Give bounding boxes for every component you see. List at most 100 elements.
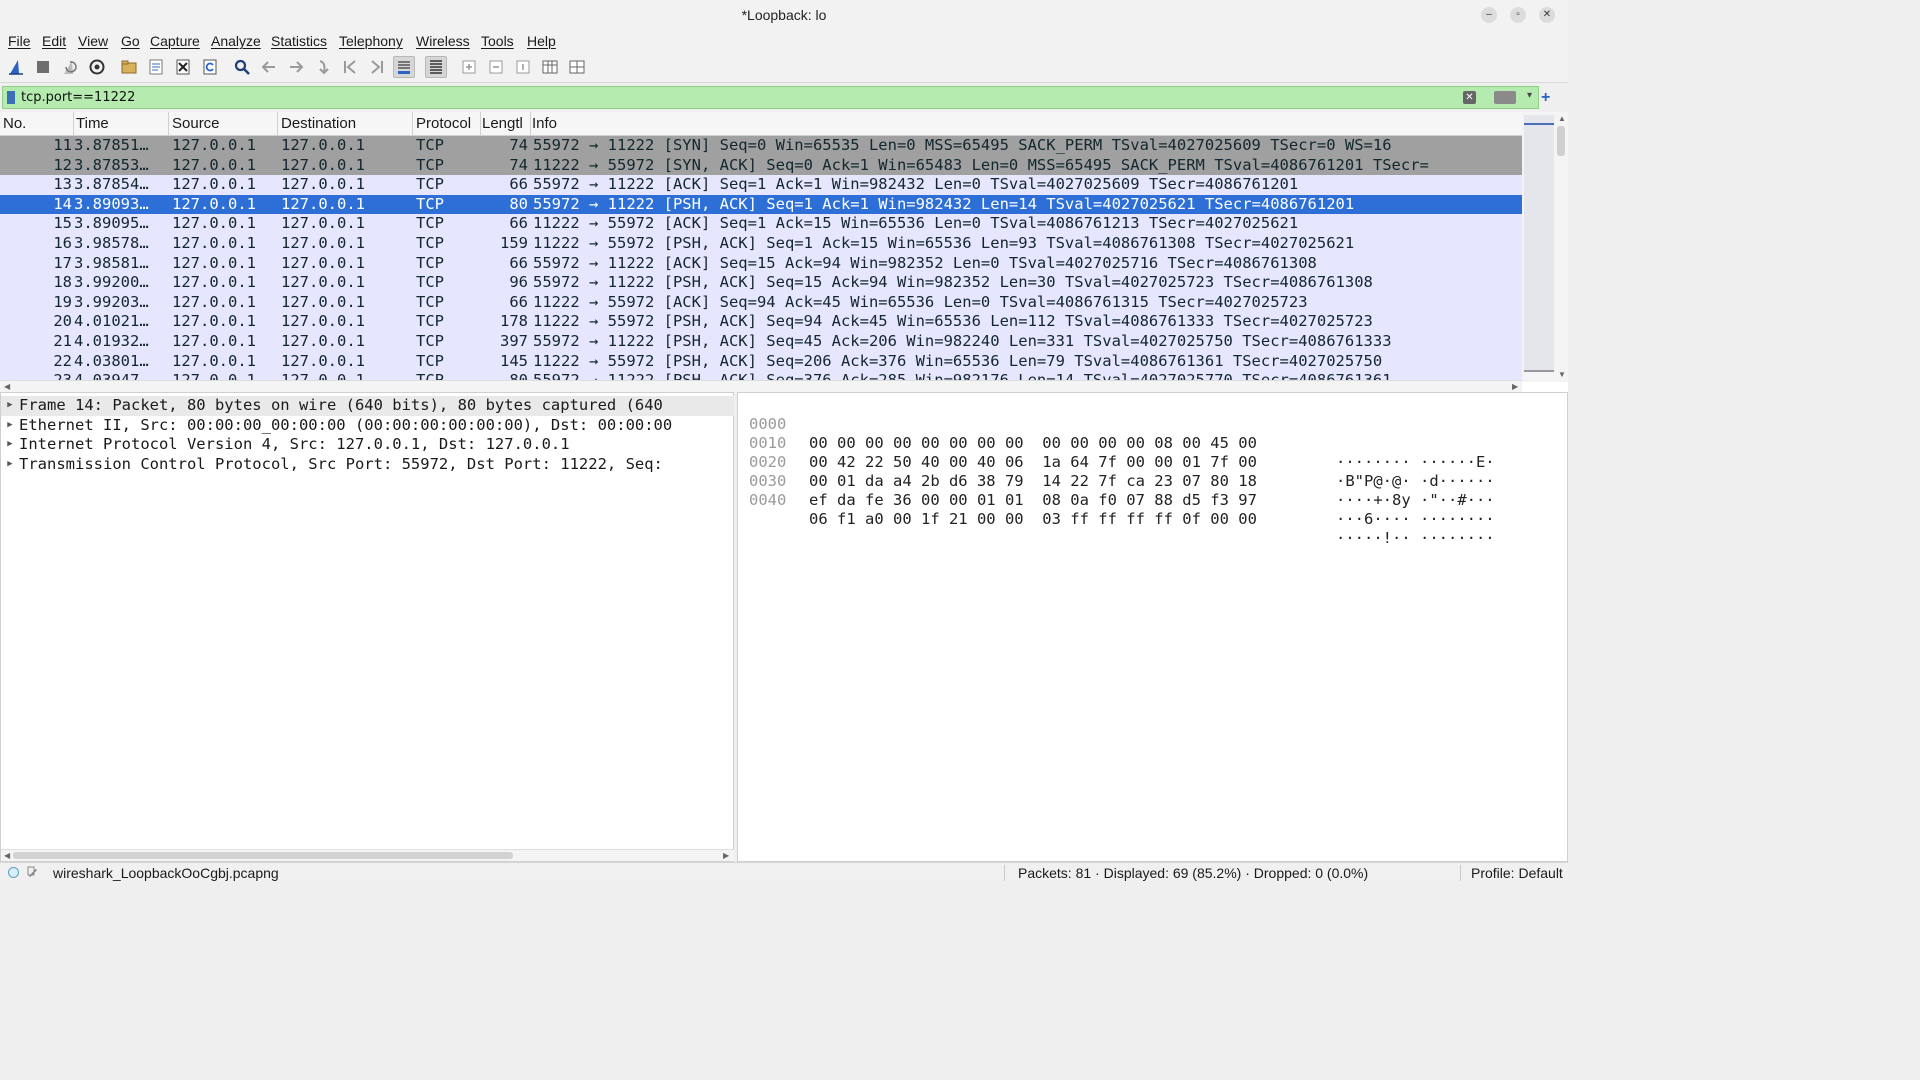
- menu-analyze[interactable]: Analyze: [211, 33, 261, 49]
- details-hscrollbar[interactable]: ◀ ▶: [1, 849, 734, 861]
- minimize-button[interactable]: –: [1481, 7, 1497, 23]
- packet-minimap[interactable]: [1524, 115, 1554, 370]
- packet-cell-info: 11222 → 55972 [ACK] Seq=1 Ack=15 Win=655…: [533, 214, 1299, 233]
- menu-wireless[interactable]: Wireless: [416, 33, 470, 49]
- packet-row[interactable]: 20 4.01021… 127.0.0.1 127.0.0.1 TCP 178 11222 …: [0, 312, 1522, 332]
- scroll-right-icon[interactable]: ▶: [723, 851, 729, 860]
- expand-arrow-icon[interactable]: ▶: [1, 416, 19, 436]
- packet-row[interactable]: 22 4.03801… 127.0.0.1 127.0.0.1 TCP 145 11222 …: [0, 351, 1522, 372]
- expand-arrow-icon[interactable]: ▶: [1, 455, 19, 475]
- packet-row[interactable]: 18 3.99200… 127.0.0.1 127.0.0.1 TCP 96 55972 →…: [0, 273, 1522, 293]
- zoom-out-button[interactable]: [485, 56, 507, 78]
- capture-comment-icon[interactable]: [27, 866, 39, 878]
- zoom-out-icon: [489, 60, 503, 74]
- menu-tools[interactable]: Tools: [481, 33, 514, 49]
- packet-row[interactable]: 14 3.89093… 127.0.0.1 127.0.0.1 TCP 80 55972 →…: [0, 194, 1522, 215]
- close-file-button[interactable]: [172, 56, 194, 78]
- packet-list-scroll-thumb[interactable]: [1557, 126, 1565, 156]
- find-packet-button[interactable]: [231, 56, 253, 78]
- packet-row[interactable]: 13 3.87854… 127.0.0.1 127.0.0.1 TCP 66 55972 →…: [0, 175, 1522, 195]
- detail-ipv4[interactable]: ▶ Internet Protocol Version 4, Src: 127.0…: [1, 435, 734, 455]
- packet-row[interactable]: 12 3.87853… 127.0.0.1 127.0.0.1 TCP 74 11222 →…: [0, 155, 1522, 176]
- column-header-length[interactable]: Lengtl: [482, 115, 523, 132]
- packet-cell-time: 3.89095…: [74, 214, 149, 233]
- packet-cell-dst: 127.0.0.1: [281, 136, 365, 154]
- capture-options-button[interactable]: [86, 56, 108, 78]
- profile-label[interactable]: Profile: Default: [1471, 865, 1563, 881]
- menu-go[interactable]: Go: [121, 33, 140, 49]
- apply-filter-button[interactable]: [1494, 91, 1516, 104]
- details-scroll-thumb[interactable]: [13, 852, 513, 859]
- menu-edit[interactable]: Edit: [42, 33, 66, 49]
- go-to-packet-button[interactable]: [312, 56, 334, 78]
- packet-cell-proto: TCP: [416, 292, 444, 311]
- bytes-row[interactable]: 0030 ef da fe 36 00 00 01 01 08 0a f0 07…: [738, 453, 1568, 528]
- packet-cell-no: 14: [53, 194, 72, 213]
- packet-row[interactable]: 17 3.98581… 127.0.0.1 127.0.0.1 TCP 66 55972 →…: [0, 253, 1522, 274]
- packet-row[interactable]: 19 3.99203… 127.0.0.1 127.0.0.1 TCP 66 11222 →…: [0, 292, 1522, 313]
- packet-row[interactable]: 15 3.89095… 127.0.0.1 127.0.0.1 TCP 66 11222 →…: [0, 214, 1522, 234]
- column-header-info[interactable]: Info: [532, 115, 557, 132]
- display-filter-input[interactable]: [21, 88, 1471, 107]
- resize-columns-button[interactable]: [539, 56, 561, 78]
- minimap-selected-marker: [1524, 123, 1554, 125]
- menu-file[interactable]: File: [8, 33, 31, 49]
- menu-statistics[interactable]: Statistics: [271, 33, 327, 49]
- zoom-in-button[interactable]: [458, 56, 480, 78]
- bookmark-icon[interactable]: [7, 91, 15, 104]
- scroll-down-icon[interactable]: ▼: [1558, 370, 1566, 379]
- close-window-button[interactable]: ✕: [1539, 7, 1555, 23]
- menu-capture[interactable]: Capture: [150, 33, 200, 49]
- packet-list-hscrollbar[interactable]: ◀ ▶: [0, 380, 1522, 392]
- bytes-row[interactable]: 0040 06 f1 a0 00 1f 21 00 00 03 ff ff ff…: [738, 472, 1568, 547]
- save-file-button[interactable]: [145, 56, 167, 78]
- column-header-no[interactable]: No.: [3, 115, 26, 132]
- packet-row[interactable]: 16 3.98578… 127.0.0.1 127.0.0.1 TCP 159 11222 …: [0, 234, 1522, 254]
- packet-row[interactable]: 11 3.87851… 127.0.0.1 127.0.0.1 TCP 74 55972 →…: [0, 136, 1522, 156]
- go-forward-button[interactable]: [285, 56, 307, 78]
- menu-view[interactable]: View: [78, 33, 108, 49]
- packet-cell-dst: 127.0.0.1: [281, 312, 365, 331]
- detail-frame[interactable]: ▶ Frame 14: Packet, 80 bytes on wire (640…: [1, 396, 734, 416]
- start-capture-button[interactable]: [5, 56, 27, 78]
- packet-row[interactable]: 21 4.01932… 127.0.0.1 127.0.0.1 TCP 397 55972 …: [0, 332, 1522, 352]
- detail-ethernet[interactable]: ▶ Ethernet II, Src: 00:00:00_00:00:00 (00…: [1, 416, 734, 436]
- normal-size-button[interactable]: [512, 56, 534, 78]
- bytes-row[interactable]: 0010 00 42 22 50 40 00 40 06 1a 64 7f 00…: [738, 415, 1568, 490]
- column-header-source[interactable]: Source: [172, 115, 220, 132]
- scroll-up-icon[interactable]: ▲: [1558, 114, 1566, 123]
- colorize-button[interactable]: [425, 56, 447, 78]
- last-packet-button[interactable]: [366, 56, 388, 78]
- bytes-row[interactable]: 0020 00 01 da a4 2b d6 38 79 14 22 7f ca…: [738, 434, 1568, 509]
- menu-telephony[interactable]: Telephony: [339, 33, 403, 49]
- colorize-icon: [430, 60, 442, 74]
- expand-arrow-icon[interactable]: ▶: [1, 396, 19, 416]
- add-filter-button-icon[interactable]: +: [1541, 89, 1550, 107]
- autoscroll-button[interactable]: [393, 56, 415, 78]
- go-back-button[interactable]: [258, 56, 280, 78]
- scroll-left-icon[interactable]: ◀: [4, 851, 10, 860]
- expand-arrow-icon[interactable]: ▶: [1, 435, 19, 455]
- stop-capture-button[interactable]: [32, 56, 54, 78]
- bytes-row[interactable]: 0000 00 00 00 00 00 00 00 00 00 00 00 00…: [738, 396, 1568, 471]
- maximize-button[interactable]: ▫: [1510, 7, 1526, 23]
- capture-options-icon: [89, 59, 105, 75]
- column-header-protocol[interactable]: Protocol: [416, 115, 471, 132]
- expert-info-icon[interactable]: [8, 867, 19, 878]
- detail-tcp[interactable]: ▶ Transmission Control Protocol, Src Port…: [1, 455, 734, 475]
- reload-file-button[interactable]: [199, 56, 221, 78]
- scroll-left-icon[interactable]: ◀: [4, 382, 10, 391]
- packet-list-scrollbar[interactable]: ▲ ▼: [1522, 112, 1568, 382]
- first-packet-button[interactable]: [339, 56, 361, 78]
- column-header-time[interactable]: Time: [76, 115, 109, 132]
- clear-filter-icon[interactable]: ✕: [1463, 91, 1476, 104]
- restart-capture-button[interactable]: [59, 56, 81, 78]
- scroll-right-icon[interactable]: ▶: [1512, 382, 1518, 391]
- menu-help[interactable]: Help: [527, 33, 556, 49]
- layout-button[interactable]: [566, 56, 588, 78]
- column-header-destination[interactable]: Destination: [281, 115, 356, 132]
- open-file-button[interactable]: [118, 56, 140, 78]
- filter-history-dropdown-icon[interactable]: ▾: [1527, 90, 1532, 101]
- packet-cell-dst: 127.0.0.1: [281, 253, 365, 272]
- packet-cell-dst: 127.0.0.1: [281, 175, 365, 194]
